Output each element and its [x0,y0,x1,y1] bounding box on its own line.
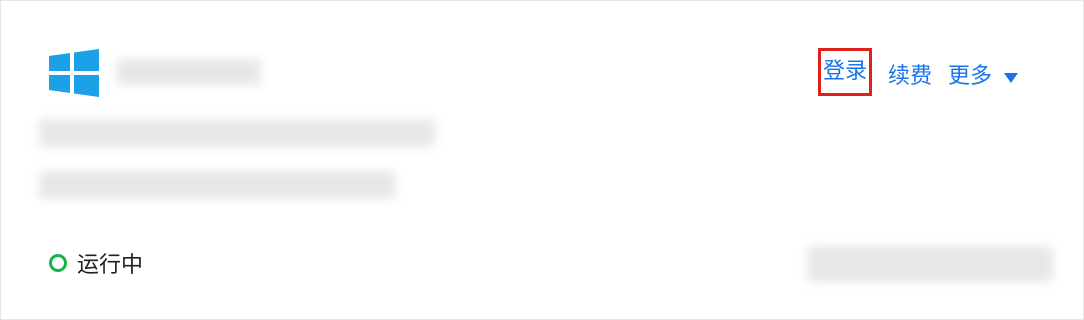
status-running-icon [49,254,67,272]
status-label: 运行中 [77,253,144,278]
login-link[interactable]: 登录 [823,52,867,92]
more-dropdown[interactable]: 更多 [948,57,1019,97]
instance-ip-redacted [807,246,1053,282]
more-link[interactable]: 更多 [948,57,992,97]
login-highlight-box[interactable]: 登录 [818,48,872,96]
instance-status: 运行中 [49,247,143,279]
instance-actions: 登录 续费 更多 [817,48,1019,97]
caret-down-icon[interactable] [1004,73,1019,83]
instance-specs-redacted [39,119,435,147]
instance-name-redacted [117,59,261,85]
instance-card: 登录 续费 更多 运行中 [0,0,1084,320]
instance-expiry-redacted [39,171,395,199]
windows-logo-icon [49,49,99,97]
renew-link[interactable]: 续费 [888,57,932,97]
